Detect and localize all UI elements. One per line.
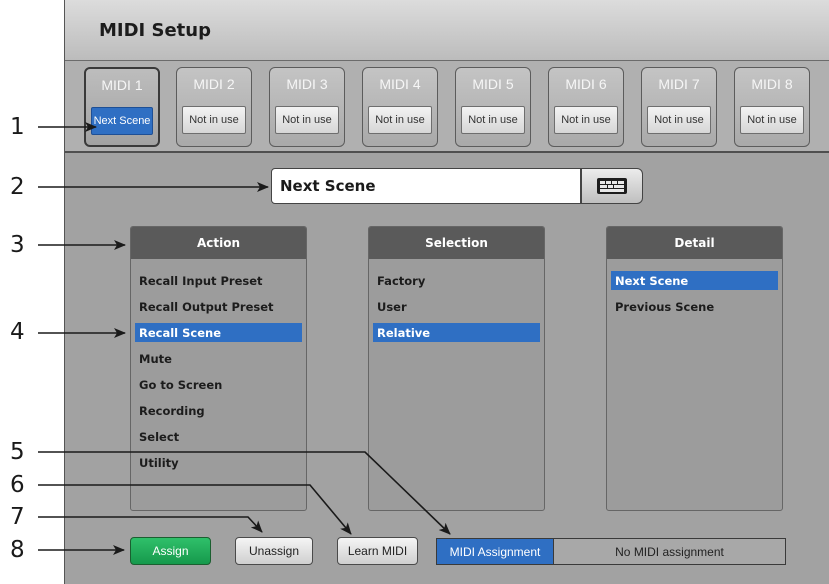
callout-number: 5 <box>10 439 25 465</box>
keyboard-button[interactable] <box>581 168 643 204</box>
list-item-select[interactable]: Select <box>135 427 302 446</box>
tab-assignment-button[interactable]: Not in use <box>368 106 432 134</box>
tab-label: MIDI 8 <box>751 76 793 92</box>
selection-list: Selection Factory User Relative <box>368 226 545 511</box>
tab-assignment-button[interactable]: Not in use <box>554 106 618 134</box>
list-item-user[interactable]: User <box>373 297 540 316</box>
assignment-name-field[interactable]: Next Scene <box>271 168 581 204</box>
tab-label: MIDI 3 <box>286 76 328 92</box>
action-list: Action Recall Input Preset Recall Output… <box>130 226 307 511</box>
tab-assignment-button[interactable]: Not in use <box>647 106 711 134</box>
tab-assignment-button[interactable]: Not in use <box>461 106 525 134</box>
callout-number: 3 <box>10 232 25 258</box>
unassign-button[interactable]: Unassign <box>235 537 313 565</box>
midi-assignment-label: MIDI Assignment <box>436 538 554 565</box>
callout-number: 6 <box>10 472 25 498</box>
list-item-previous-scene[interactable]: Previous Scene <box>611 297 778 316</box>
tab-midi-7[interactable]: MIDI 7 Not in use <box>641 67 717 147</box>
detail-header: Detail <box>607 227 782 259</box>
page-title: MIDI Setup <box>99 20 211 41</box>
list-item-go-to-screen[interactable]: Go to Screen <box>135 375 302 394</box>
tab-midi-2[interactable]: MIDI 2 Not in use <box>176 67 252 147</box>
tab-midi-5[interactable]: MIDI 5 Not in use <box>455 67 531 147</box>
callout-number: 8 <box>10 537 25 563</box>
midi-tabs-row: MIDI 1 Next Scene MIDI 2 Not in use MIDI… <box>65 61 829 153</box>
detail-list: Detail Next Scene Previous Scene <box>606 226 783 511</box>
tab-label: MIDI 5 <box>472 76 514 92</box>
tab-midi-1[interactable]: MIDI 1 Next Scene <box>84 67 160 147</box>
list-item-relative[interactable]: Relative <box>373 323 540 342</box>
midi-setup-panel: MIDI Setup MIDI 1 Next Scene MIDI 2 Not … <box>64 0 829 584</box>
learn-midi-button[interactable]: Learn MIDI <box>337 537 418 565</box>
midi-assignment-value: No MIDI assignment <box>554 538 786 565</box>
selection-header: Selection <box>369 227 544 259</box>
tab-assignment-button[interactable]: Not in use <box>275 106 339 134</box>
tab-label: MIDI 4 <box>379 76 421 92</box>
callout-number: 1 <box>10 114 25 140</box>
list-item-recording[interactable]: Recording <box>135 401 302 420</box>
tab-label: MIDI 2 <box>193 76 235 92</box>
list-item-recall-input-preset[interactable]: Recall Input Preset <box>135 271 302 290</box>
list-item-mute[interactable]: Mute <box>135 349 302 368</box>
callout-number: 7 <box>10 504 25 530</box>
title-bar: MIDI Setup <box>65 0 829 61</box>
tab-midi-6[interactable]: MIDI 6 Not in use <box>548 67 624 147</box>
tab-midi-3[interactable]: MIDI 3 Not in use <box>269 67 345 147</box>
tab-label: MIDI 1 <box>101 77 143 93</box>
list-item-recall-output-preset[interactable]: Recall Output Preset <box>135 297 302 316</box>
list-item-recall-scene[interactable]: Recall Scene <box>135 323 302 342</box>
action-header: Action <box>131 227 306 259</box>
tab-assignment-button[interactable]: Next Scene <box>91 107 153 135</box>
callout-number: 4 <box>10 319 25 345</box>
list-item-factory[interactable]: Factory <box>373 271 540 290</box>
list-item-utility[interactable]: Utility <box>135 453 302 472</box>
tab-assignment-button[interactable]: Not in use <box>740 106 804 134</box>
tab-assignment-button[interactable]: Not in use <box>182 106 246 134</box>
assign-button[interactable]: Assign <box>130 537 211 565</box>
tab-midi-8[interactable]: MIDI 8 Not in use <box>734 67 810 147</box>
callout-number: 2 <box>10 174 25 200</box>
tab-label: MIDI 7 <box>658 76 700 92</box>
tab-midi-4[interactable]: MIDI 4 Not in use <box>362 67 438 147</box>
keyboard-icon <box>597 178 627 194</box>
tab-label: MIDI 6 <box>565 76 607 92</box>
list-item-next-scene[interactable]: Next Scene <box>611 271 778 290</box>
